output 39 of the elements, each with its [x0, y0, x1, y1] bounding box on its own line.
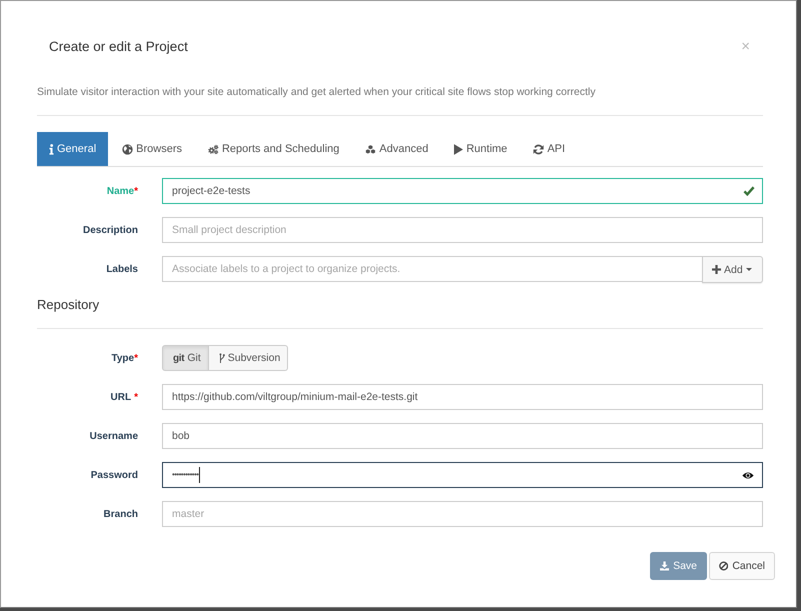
password-field[interactable]: •••••••••••• [162, 462, 763, 488]
plus-icon [712, 265, 721, 274]
text-field[interactable]: project-e2e-tests [162, 178, 763, 204]
field-label: Labels [105, 264, 138, 274]
tab[interactable]: General [37, 132, 108, 166]
tab[interactable]: API [521, 132, 578, 166]
refresh-icon [533, 144, 544, 154]
text-field[interactable]: bob [162, 423, 763, 449]
git-logo: git [173, 352, 184, 364]
field-label: Type* [110, 352, 138, 364]
download-icon [660, 561, 670, 571]
tab[interactable]: Runtime [442, 132, 520, 166]
dialog-subtitle: Simulate visitor interaction with your site automatically and get alerted when your critical site flows stop working correctly [37, 85, 596, 99]
info-icon [49, 144, 54, 154]
check-icon [743, 186, 755, 196]
section-heading: Repository [37, 296, 100, 314]
eye-icon [742, 470, 754, 480]
tab[interactable]: Reports and Scheduling [196, 132, 352, 166]
field-label: Description [82, 224, 138, 236]
text-field[interactable]: https://github.com/viltgroup/minium-mail-e2e-tests.git [162, 384, 763, 410]
field-label: Username [88, 430, 138, 442]
dialog-title: Create or edit a Project [49, 38, 188, 56]
cancel-button[interactable]: Cancel [709, 552, 775, 580]
branch-icon [218, 352, 225, 364]
play-icon [454, 144, 464, 154]
field-label: Name* [106, 186, 138, 196]
field-label: URL * [110, 392, 138, 402]
caret-icon [746, 268, 752, 271]
tab[interactable]: Browsers [110, 132, 194, 166]
type-option[interactable]: Subversion [208, 345, 288, 371]
type-option[interactable]: git Git [162, 345, 209, 371]
add-button[interactable]: Add [702, 256, 763, 283]
field-label: Password [90, 470, 138, 480]
globe-icon [122, 144, 134, 154]
field-label: Branch [102, 508, 138, 520]
cubes-icon [365, 144, 376, 154]
tab[interactable]: Advanced [353, 132, 440, 166]
gears-icon [208, 144, 219, 154]
ban-icon [719, 561, 728, 571]
